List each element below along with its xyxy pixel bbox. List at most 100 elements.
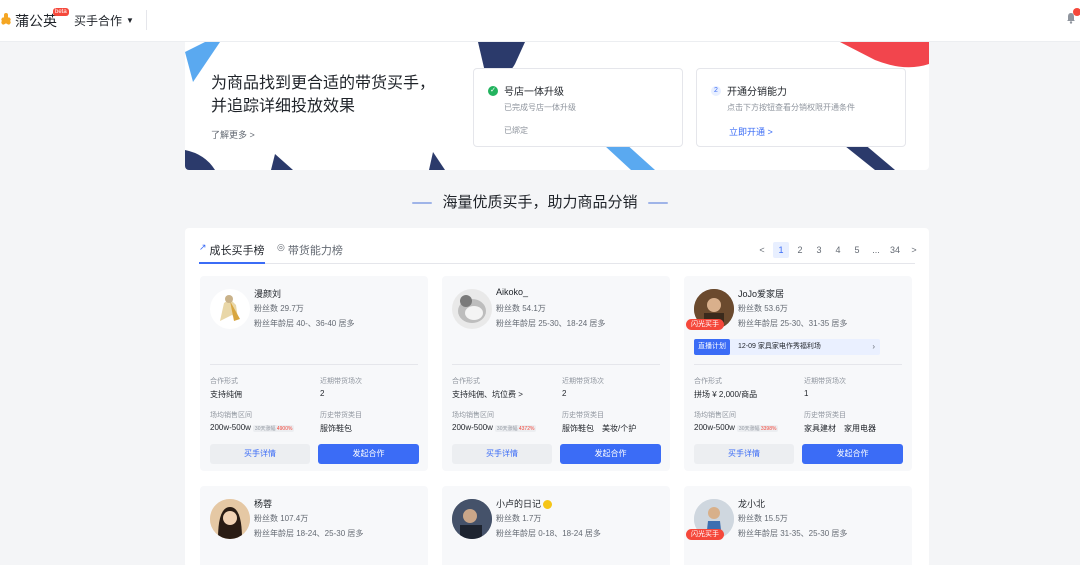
title-line-right <box>647 202 668 205</box>
history-category: 历史带货类目 服饰鞋包 <box>320 410 362 434</box>
info-label: 场均销售区间 <box>694 412 736 419</box>
step1-desc: 已完成号店一体升级 <box>504 103 576 112</box>
tab-growth-rank[interactable]: ↗ 成长买手榜 <box>199 242 265 264</box>
live-plan-text: 12-09 家具家电作秀福利场 <box>738 343 821 350</box>
info-label: 近期带货场次 <box>804 378 846 385</box>
coop-form: 合作形式 支持纯佣、坑位费 > <box>452 376 523 400</box>
info-value: 2 <box>320 389 325 398</box>
info-value: 1 <box>804 389 809 398</box>
coop-form: 合作形式 拼场 ¥ 2,000/商品 <box>694 376 757 400</box>
flash-buyer-badge: 闪光买手 <box>686 529 724 540</box>
info-value: 200w-500w <box>210 423 251 432</box>
avatar[interactable] <box>210 289 250 329</box>
notification-badge <box>1073 8 1080 16</box>
start-coop-button[interactable]: 发起合作 <box>802 444 903 464</box>
top-nav: 蒲公英 beta 买手合作 ▼ <box>0 0 1080 42</box>
buyer-name[interactable]: Aikoko_ <box>496 287 528 297</box>
start-coop-button[interactable]: 发起合作 <box>560 444 661 464</box>
banner-title-line2: 并追踪详细投放效果 <box>211 98 356 115</box>
info-value: 支持纯佣 <box>210 390 242 399</box>
info-label: 合作形式 <box>210 378 238 385</box>
buyer-detail-button[interactable]: 买手详情 <box>452 444 552 464</box>
avatar[interactable] <box>452 289 492 329</box>
trend-value: 4900% <box>276 426 293 432</box>
step1-title: 号店一体升级 <box>504 87 564 98</box>
page-2[interactable]: 2 <box>792 242 808 258</box>
trend-label: 30天涨幅 <box>738 426 760 432</box>
info-value: 家具建材 家用电器 <box>804 424 876 433</box>
buyer-fans: 粉丝数 54.1万 <box>496 304 546 313</box>
buyer-age: 粉丝年龄层 18-24、25-30 居多 <box>254 529 364 538</box>
buyer-detail-button[interactable]: 买手详情 <box>210 444 310 464</box>
prev-page-button[interactable]: < <box>754 242 770 258</box>
info-value[interactable]: 支持纯佣、坑位费 > <box>452 389 523 400</box>
trend-label: 30天涨幅 <box>254 426 276 432</box>
nav-menu-buyer-coop[interactable]: 买手合作 ▼ <box>74 12 134 29</box>
nav-divider <box>146 10 147 30</box>
step2-desc: 点击下方按钮查看分销权限开通条件 <box>727 103 855 112</box>
recent-live: 近期带货场次 2 <box>562 376 604 398</box>
page-34[interactable]: 34 <box>887 242 903 258</box>
trend-badge: 30天涨幅 4372% <box>494 425 537 432</box>
info-label: 近期带货场次 <box>320 378 362 385</box>
recent-live: 近期带货场次 1 <box>804 376 846 398</box>
banner: 为商品找到更合适的带货买手， 并追踪详细投放效果 了解更多 > ✓ 号店一体升级… <box>185 42 929 170</box>
buyer-name[interactable]: 龙小北 <box>738 497 765 510</box>
caret-down-icon: ▼ <box>126 16 134 25</box>
buyer-name[interactable]: 杨蓉 <box>254 497 272 510</box>
learn-more-link[interactable]: 了解更多 > <box>211 128 255 141</box>
trend-label: 30天涨幅 <box>496 426 518 432</box>
info-value: 服饰鞋包 美妆/个护 <box>562 424 637 433</box>
page-3[interactable]: 3 <box>811 242 827 258</box>
info-label: 合作形式 <box>452 378 480 385</box>
buyer-fans: 粉丝数 1.7万 <box>496 514 542 523</box>
logo-text: 蒲公英 <box>15 13 57 29</box>
buyer-card: Aikoko_ 粉丝数 54.1万 粉丝年龄层 25-30、18-24 居多 合… <box>442 276 670 471</box>
page-5[interactable]: 5 <box>849 242 865 258</box>
avatar[interactable] <box>210 499 250 539</box>
info-value: 200w-500w <box>452 423 493 432</box>
card-divider <box>694 364 902 365</box>
trend-value: 3398% <box>760 426 777 432</box>
sales-range: 场均销售区间 200w-500w 30天涨幅 4372% <box>452 410 537 432</box>
buyer-list-panel: ↗ 成长买手榜 ◎ 带货能力榜 < 1 2 3 4 5 ... 34 > 漫颜刘… <box>185 228 929 565</box>
banner-title-line1: 为商品找到更合适的带货买手， <box>211 75 436 92</box>
buyer-name[interactable]: JoJo爱家居 <box>738 287 784 300</box>
live-plan-bar[interactable]: 直播计划 12-09 家具家电作秀福利场 › <box>694 339 880 355</box>
avatar[interactable] <box>452 499 492 539</box>
buyer-name[interactable]: 漫颜刘 <box>254 287 281 300</box>
step-card-upgrade: ✓ 号店一体升级 已完成号店一体升级 已绑定 <box>473 68 683 147</box>
nav-menu-label: 买手合作 <box>74 14 123 28</box>
logo[interactable]: 蒲公英 beta <box>0 8 69 31</box>
buyer-card: 闪光买手 龙小北 粉丝数 15.5万 粉丝年龄层 31-35、25-30 居多 <box>684 486 912 565</box>
tab-label: 成长买手榜 <box>209 245 265 257</box>
pagination: < 1 2 3 4 5 ... 34 > <box>751 242 922 258</box>
page-4[interactable]: 4 <box>830 242 846 258</box>
check-icon: ✓ <box>488 85 498 96</box>
open-now-link[interactable]: 立即开通 > <box>729 125 773 138</box>
info-value: 200w-500w <box>694 423 735 432</box>
start-coop-button[interactable]: 发起合作 <box>318 444 419 464</box>
buyer-name[interactable]: 小卢的日记 <box>496 497 553 510</box>
tab-selling-rank[interactable]: ◎ 带货能力榜 <box>277 242 343 264</box>
live-plan-tag: 直播计划 <box>694 339 730 355</box>
history-category: 历史带货类目 服饰鞋包 美妆/个护 <box>562 410 636 434</box>
buyer-fans: 粉丝数 107.4万 <box>254 514 309 523</box>
buyer-age: 粉丝年龄层 0-18、18-24 居多 <box>496 529 601 538</box>
badge-icon: ◎ <box>277 242 285 252</box>
history-category: 历史带货类目 家具建材 家用电器 <box>804 410 876 434</box>
page-1[interactable]: 1 <box>773 242 789 258</box>
step-number: 2 <box>711 85 721 96</box>
banner-title: 为商品找到更合适的带货买手， 并追踪详细投放效果 <box>211 72 441 118</box>
page-ellipsis[interactable]: ... <box>868 242 884 258</box>
buyer-fans: 粉丝数 53.6万 <box>738 304 788 313</box>
smile-badge-icon <box>543 500 553 510</box>
buyer-age: 粉丝年龄层 25-30、31-35 居多 <box>738 319 848 328</box>
buyer-detail-button[interactable]: 买手详情 <box>694 444 794 464</box>
flash-buyer-badge: 闪光买手 <box>686 319 724 330</box>
info-label: 历史带货类目 <box>320 412 362 419</box>
buyer-fans: 粉丝数 15.5万 <box>738 514 788 523</box>
chevron-right-icon: › <box>872 342 875 351</box>
step1-status: 已绑定 <box>504 126 528 135</box>
next-page-button[interactable]: > <box>906 242 922 258</box>
